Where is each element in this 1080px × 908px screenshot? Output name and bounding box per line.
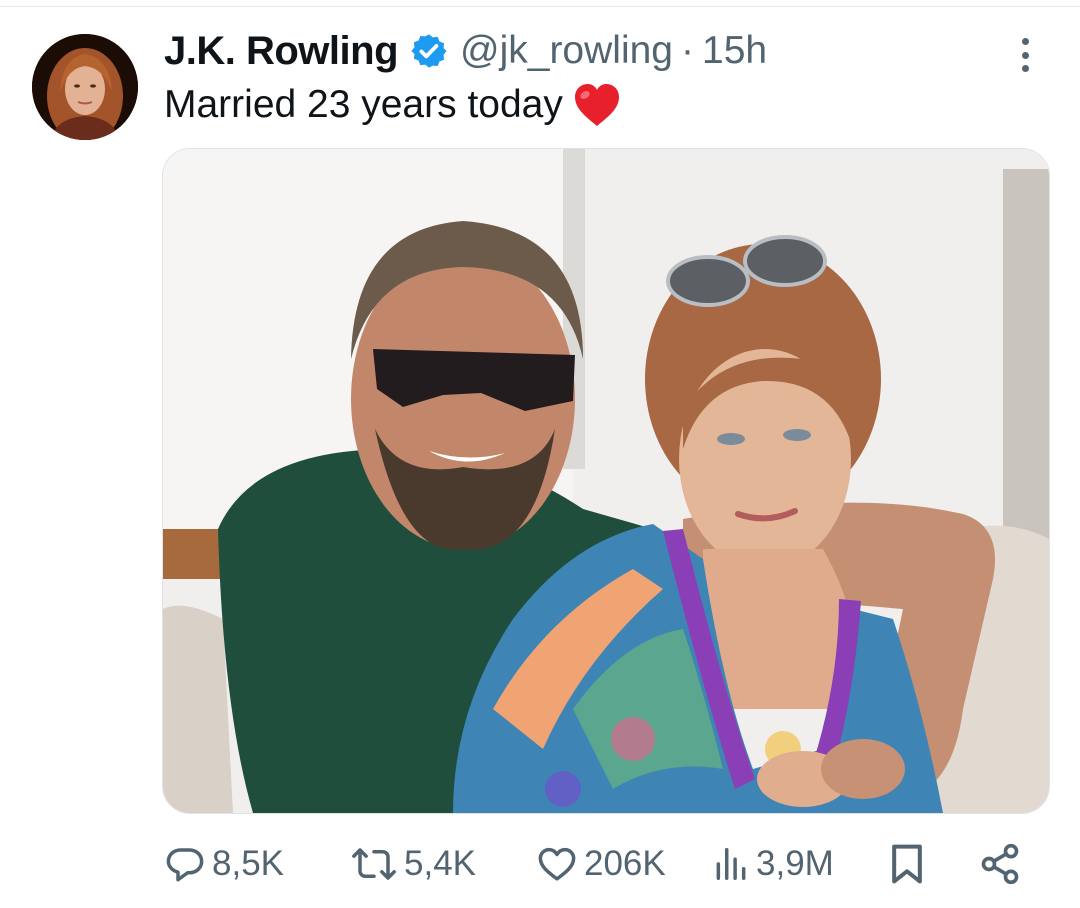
views-count: 3,9M	[756, 844, 834, 883]
reply-count: 8,5K	[212, 844, 284, 883]
author-avatar[interactable]	[32, 34, 138, 140]
tweet-body: Married 23 years today	[164, 82, 623, 128]
more-options-icon[interactable]	[1015, 38, 1035, 72]
more-dot	[1021, 51, 1029, 59]
couple-photo	[163, 149, 1049, 813]
tweet-text: Married 23 years today	[164, 83, 563, 126]
views-icon	[716, 848, 746, 880]
like-count: 206K	[584, 844, 666, 883]
bookmark-button[interactable]	[888, 836, 926, 892]
tweet-timestamp[interactable]: 15h	[702, 29, 767, 73]
share-icon	[981, 843, 1019, 885]
repost-icon	[352, 848, 396, 880]
share-button[interactable]	[978, 836, 1022, 892]
reply-icon	[166, 848, 204, 882]
views-button[interactable]: 3,9M	[712, 836, 834, 892]
reply-button[interactable]: 8,5K	[164, 836, 284, 892]
tweet-header: J.K. Rowling @jk_rowling · 15h	[164, 28, 767, 74]
tweet-actions: 8,5K 5,4K 206K 3,9M	[164, 836, 1034, 892]
like-icon	[538, 847, 576, 881]
meta-separator: ·	[681, 29, 694, 72]
top-divider	[0, 6, 1080, 7]
repost-count: 5,4K	[404, 844, 476, 883]
repost-button[interactable]: 5,4K	[350, 836, 476, 892]
verified-badge-icon	[411, 34, 447, 68]
tweet-photo[interactable]	[162, 148, 1050, 814]
author-name[interactable]: J.K. Rowling	[164, 29, 399, 74]
red-heart-emoji	[574, 84, 619, 126]
bookmark-icon	[892, 844, 922, 884]
like-button[interactable]: 206K	[536, 836, 666, 892]
more-dot	[1021, 38, 1029, 45]
avatar-portrait	[32, 34, 138, 140]
more-dot	[1021, 65, 1029, 72]
author-handle[interactable]: @jk_rowling	[460, 29, 673, 73]
